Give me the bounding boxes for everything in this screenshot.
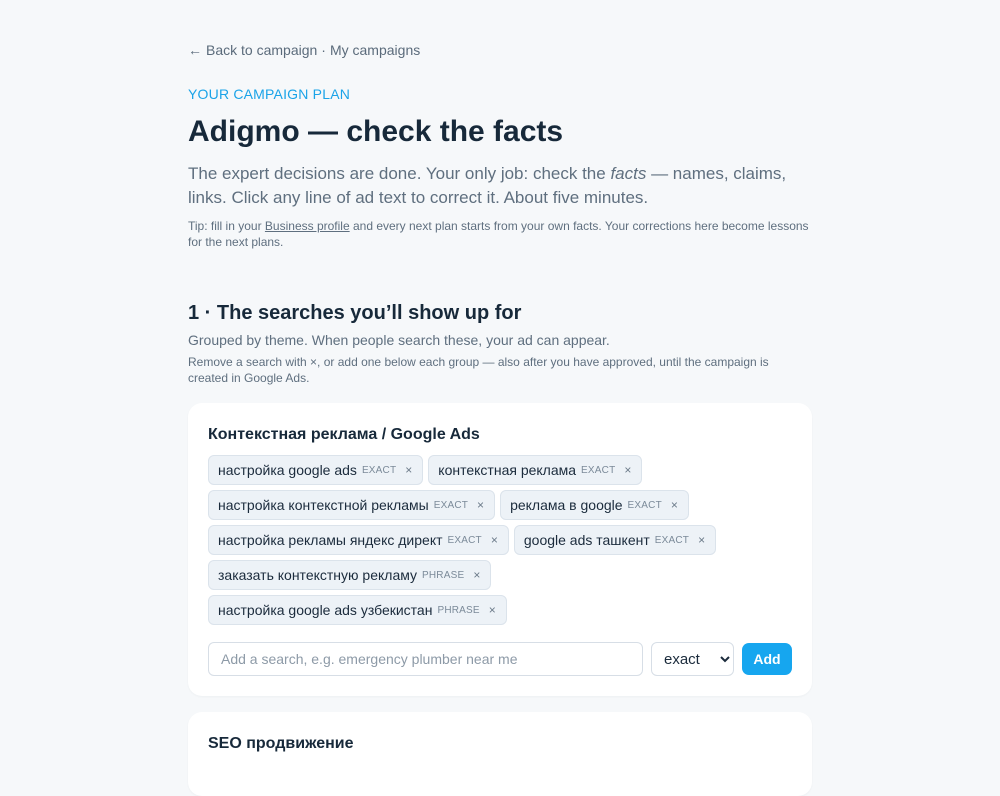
- section-subtitle: Grouped by theme. When people search the…: [188, 332, 610, 348]
- keyword-text: заказать контекстную рекламу: [218, 567, 418, 583]
- section-note: Remove a search with ×, or add one below…: [188, 355, 769, 385]
- arrow-left-icon: ←: [188, 42, 202, 58]
- keyword-chip: контекстная реклама EXACT ×: [428, 455, 643, 485]
- my-campaigns-link[interactable]: My campaigns: [330, 40, 420, 60]
- keyword-chip: настройка google ads узбекистан PHRASE ×: [208, 595, 507, 625]
- campaign-plan-page: ← Back to campaign · My campaigns YOUR C…: [188, 0, 812, 796]
- keyword-chip: настройка рекламы яндекс директ EXACT ×: [208, 525, 509, 555]
- match-type-badge: EXACT: [627, 499, 662, 511]
- remove-keyword-icon[interactable]: ×: [491, 533, 498, 547]
- match-type-select[interactable]: exact: [651, 642, 734, 676]
- keyword-group-card-2: SEO продвижение: [188, 712, 812, 796]
- keyword-text: настройка google ads: [218, 462, 357, 478]
- remove-keyword-icon[interactable]: ×: [473, 568, 480, 582]
- section-title: 1 · The searches you’ll show up for: [188, 302, 522, 324]
- keyword-text: контекстная реклама: [438, 462, 577, 478]
- remove-keyword-icon[interactable]: ×: [698, 533, 705, 547]
- keyword-text: настройка контекстной рекламы: [218, 497, 429, 513]
- tip-paragraph: Tip: fill in your Business profile and e…: [188, 218, 812, 250]
- keyword-chip: реклама в google EXACT ×: [500, 490, 689, 520]
- lead-text-start: The expert decisions are done. Your only…: [188, 164, 611, 183]
- add-search-row: exact Add: [208, 642, 792, 676]
- breadcrumb: ← Back to campaign · My campaigns: [188, 40, 812, 60]
- remove-keyword-icon[interactable]: ×: [477, 498, 484, 512]
- add-search-input[interactable]: [208, 642, 643, 676]
- keyword-text: реклама в google: [510, 497, 623, 513]
- remove-keyword-icon[interactable]: ×: [671, 498, 678, 512]
- remove-keyword-icon[interactable]: ×: [489, 603, 496, 617]
- keyword-group-card: Контекстная реклама / Google Ads настрой…: [188, 403, 812, 696]
- group-title-2: SEO продвижение: [208, 735, 354, 752]
- keyword-text: настройка google ads узбекистан: [218, 602, 433, 618]
- keyword-text: настройка рекламы яндекс директ: [218, 532, 443, 548]
- page-title: Adigmo — check the facts: [188, 115, 564, 148]
- match-type-badge: PHRASE: [437, 604, 480, 616]
- match-type-badge: EXACT: [581, 464, 616, 476]
- lead-emphasis: facts: [610, 164, 647, 183]
- breadcrumb-separator: ·: [321, 42, 326, 58]
- keyword-chip-list: настройка google ads EXACT × контекстная ре…: [208, 455, 728, 625]
- add-search-button[interactable]: Add: [742, 643, 792, 675]
- keyword-chip: google ads ташкент EXACT ×: [513, 525, 717, 555]
- back-to-campaign-link[interactable]: Back to campaign: [206, 40, 317, 60]
- keyword-chip: настройка google ads EXACT ×: [208, 455, 424, 485]
- tip-text-start: Tip: fill in your: [188, 219, 265, 233]
- remove-keyword-icon[interactable]: ×: [624, 463, 631, 477]
- keyword-text: google ads ташкент: [523, 532, 650, 548]
- match-type-badge: EXACT: [433, 499, 469, 511]
- match-type-badge: PHRASE: [422, 569, 465, 581]
- business-profile-link[interactable]: Business profile: [265, 219, 350, 233]
- match-type-badge: EXACT: [447, 534, 482, 546]
- eyebrow-label: YOUR CAMPAIGN PLAN: [188, 86, 351, 102]
- keyword-chip: заказать контекстную рекламу PHRASE ×: [208, 560, 492, 590]
- remove-keyword-icon[interactable]: ×: [405, 463, 412, 477]
- keyword-chip: настройка контекстной рекламы EXACT ×: [208, 490, 496, 520]
- match-type-badge: EXACT: [361, 464, 397, 476]
- match-type-badge: EXACT: [654, 534, 690, 546]
- group-title: Контекстная реклама / Google Ads: [208, 426, 480, 443]
- lead-paragraph: The expert decisions are done. Your only…: [188, 162, 812, 210]
